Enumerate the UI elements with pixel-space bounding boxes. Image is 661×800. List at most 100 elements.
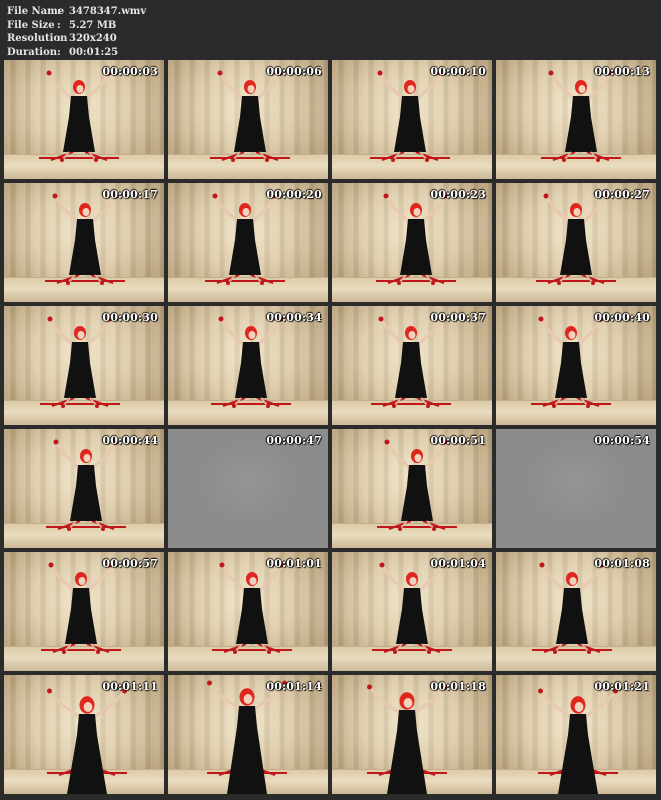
thumbnail-frame[interactable]: 00:00:30 (4, 306, 164, 425)
shoe (95, 404, 99, 408)
black-dress (555, 342, 587, 398)
shoe (260, 281, 264, 285)
black-dress (235, 342, 267, 398)
thumbnail-frame[interactable]: 00:00:27 (496, 183, 656, 302)
thumbnail-frame[interactable]: 00:01:01 (168, 552, 328, 671)
thumbnail-frame[interactable]: 00:01:18 (332, 675, 492, 794)
wrist-strap (219, 562, 225, 568)
timestamp-label: 00:00:17 (102, 188, 158, 201)
floor-strap (377, 520, 457, 530)
thumbnail-frame[interactable]: 00:00:37 (332, 306, 492, 425)
wrist-strap (207, 680, 212, 686)
thumbnail-frame[interactable]: 00:00:40 (496, 306, 656, 425)
left-arm (47, 71, 74, 101)
thumbnail-grid: 00:00:03 00:00:06 00:00:10 00:00:13 00:00:17… (4, 60, 656, 794)
timestamp-label: 00:01:01 (266, 557, 322, 570)
wrist-strap (538, 316, 544, 322)
timestamp-label: 00:00:54 (594, 434, 650, 447)
shoe (427, 650, 431, 654)
black-dress (63, 96, 95, 152)
left-arm (54, 440, 81, 470)
floor-strap (531, 397, 611, 407)
shoe (552, 404, 556, 408)
wrist-strap (548, 70, 554, 76)
thumbnail-frame[interactable]: 00:01:11 (4, 675, 164, 794)
face (76, 85, 84, 93)
timestamp-label: 00:01:18 (430, 680, 486, 693)
thumbnail-frame[interactable]: 00:00:13 (496, 60, 656, 179)
thumbnail-frame[interactable]: 00:00:20 (168, 183, 328, 302)
shoe (266, 404, 270, 408)
thumbnail-frame[interactable]: 00:01:21 (496, 675, 656, 794)
floor-strap (532, 643, 612, 653)
shoe (553, 650, 557, 654)
face (403, 698, 413, 708)
face (78, 577, 86, 585)
file-info-panel: File Name : 3478347.wmv File Size : 5.27… (7, 5, 146, 59)
face (413, 208, 421, 216)
wrist-strap (379, 562, 385, 568)
black-dress (229, 219, 261, 275)
face (242, 208, 250, 216)
face (243, 694, 253, 704)
thumbnail-frame[interactable]: 00:00:17 (4, 183, 164, 302)
timestamp-label: 00:00:34 (266, 311, 322, 324)
floor-strap (205, 274, 285, 284)
face (407, 85, 415, 93)
black-dress (65, 588, 97, 644)
shoe (392, 404, 396, 408)
floor-strap (371, 397, 451, 407)
black-dress (69, 219, 101, 275)
shoe (426, 404, 430, 408)
left-arm (539, 317, 566, 347)
shoe (67, 527, 71, 531)
thumbnail-frame[interactable]: 00:00:03 (4, 60, 164, 179)
shoe (61, 404, 65, 408)
timestamp-label: 00:00:37 (430, 311, 486, 324)
resolution-value: 320x240 (69, 33, 117, 44)
wrist-strap (543, 193, 549, 199)
shoe (101, 527, 105, 531)
thumbnail-frame[interactable]: 00:00:10 (332, 60, 492, 179)
shoe (398, 527, 402, 531)
wrist-strap (367, 684, 372, 690)
floor-strap (372, 643, 452, 653)
shoe (397, 281, 401, 285)
thumbnail-frame[interactable]: 00:00:44 (4, 429, 164, 548)
wrist-strap (377, 70, 383, 76)
thumbnail-frame[interactable]: 00:01:08 (496, 552, 656, 671)
left-arm (378, 71, 405, 101)
timestamp-label: 00:00:57 (102, 557, 158, 570)
file-size-label: File Size (7, 19, 55, 31)
floor-strap (39, 151, 119, 161)
thumbnail-frame[interactable]: 00:01:14 (168, 675, 328, 794)
shoe (596, 158, 600, 162)
shoe (62, 650, 66, 654)
thumbnail-frame[interactable]: 00:00:06 (168, 60, 328, 179)
thumbnail-frame[interactable]: 00:00:57 (4, 552, 164, 671)
thumbnail-frame[interactable]: 00:00:54 (496, 429, 656, 548)
shoe (232, 404, 236, 408)
timestamp-label: 00:00:03 (102, 65, 158, 78)
face (568, 331, 576, 339)
face (248, 331, 256, 339)
wrist-strap (383, 193, 389, 199)
thumbnail-frame[interactable]: 00:01:04 (332, 552, 492, 671)
wrist-strap (47, 316, 53, 322)
thumbnail-frame[interactable]: 00:00:51 (332, 429, 492, 548)
timestamp-label: 00:00:30 (102, 311, 158, 324)
thumbnail-frame[interactable]: 00:00:34 (168, 306, 328, 425)
face (569, 577, 577, 585)
thumbnail-frame[interactable]: 00:00:47 (168, 429, 328, 548)
left-arm (48, 689, 82, 719)
wrist-strap (212, 193, 218, 199)
left-arm (220, 563, 247, 593)
floor-strap (45, 274, 125, 284)
shoe (391, 158, 395, 162)
black-dress (400, 219, 432, 275)
file-size-row: File Size : 5.27 MB (7, 19, 117, 31)
timestamp-label: 00:00:23 (430, 188, 486, 201)
thumbnail-frame[interactable]: 00:00:23 (332, 183, 492, 302)
right-arm (92, 689, 126, 719)
timestamp-label: 00:01:04 (430, 557, 486, 570)
